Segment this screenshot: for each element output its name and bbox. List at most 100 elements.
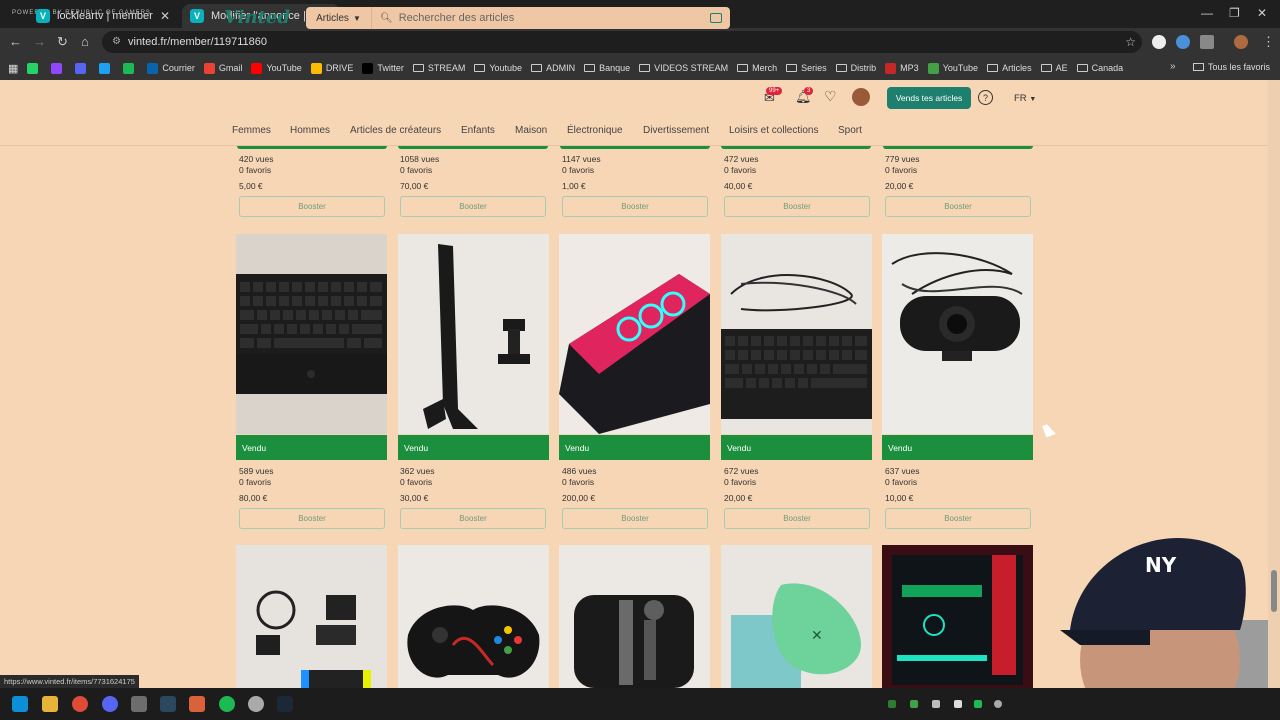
bookmark-item[interactable]: Banque bbox=[584, 63, 630, 73]
nav-hommes[interactable]: Hommes bbox=[290, 125, 330, 136]
spotify-icon[interactable] bbox=[219, 696, 235, 712]
nav-maison[interactable]: Maison bbox=[515, 125, 547, 136]
file-explorer-icon[interactable] bbox=[42, 696, 58, 712]
menu-dots-icon[interactable]: ⋮ bbox=[1262, 34, 1275, 50]
bookmark-item[interactable]: Series bbox=[786, 63, 827, 73]
extensions-puzzle-icon[interactable] bbox=[1200, 35, 1214, 49]
bookmark-item[interactable] bbox=[99, 62, 114, 74]
bookmark-item[interactable]: STREAM bbox=[412, 63, 465, 73]
bookmark-item[interactable] bbox=[75, 62, 90, 74]
item-photo-webcam[interactable] bbox=[882, 234, 1033, 434]
tray-icon[interactable] bbox=[910, 700, 918, 708]
tray-icon[interactable] bbox=[932, 700, 940, 708]
bookmark-item[interactable]: Courrier bbox=[147, 62, 195, 74]
boost-button[interactable]: Booster bbox=[885, 196, 1031, 217]
bookmark-item[interactable]: Canada bbox=[1076, 63, 1123, 73]
boost-button[interactable]: Booster bbox=[239, 508, 385, 529]
nav-enfants[interactable]: Enfants bbox=[461, 125, 495, 136]
boost-button[interactable]: Booster bbox=[724, 196, 870, 217]
back-icon[interactable]: ← bbox=[9, 34, 22, 49]
camera-search-icon[interactable] bbox=[710, 13, 722, 23]
bookmark-item[interactable]: Merch bbox=[737, 63, 777, 73]
bookmark-item[interactable]: Articles bbox=[987, 63, 1032, 73]
nav-sport[interactable]: Sport bbox=[838, 125, 862, 136]
forward-icon[interactable]: → bbox=[33, 34, 46, 49]
item-photo-keyboard-cable[interactable] bbox=[721, 234, 872, 434]
calculator-icon[interactable] bbox=[131, 696, 147, 712]
tab-title: lockleartv | member profile | V... bbox=[57, 10, 154, 22]
bookmark-item[interactable]: YouTube bbox=[251, 62, 302, 74]
item-photo-switch-accessories[interactable] bbox=[236, 545, 387, 688]
tab-member-profile[interactable]: V lockleartv | member profile | V... ✕ bbox=[28, 4, 178, 28]
category-select[interactable]: Articles ▼ bbox=[306, 7, 372, 29]
minimize-icon[interactable]: — bbox=[1201, 6, 1213, 20]
tray-icon[interactable] bbox=[888, 700, 896, 708]
boost-button[interactable]: Booster bbox=[562, 196, 708, 217]
item-photo-plush[interactable]: ✕ bbox=[721, 545, 872, 688]
obs-icon[interactable] bbox=[248, 696, 264, 712]
bookmark-item[interactable] bbox=[27, 62, 42, 74]
extension-icon[interactable] bbox=[1152, 35, 1166, 49]
bookmark-item[interactable]: Youtube bbox=[474, 63, 522, 73]
site-info-icon[interactable]: ⚙ bbox=[112, 36, 121, 47]
discord-icon[interactable] bbox=[102, 696, 118, 712]
help-icon[interactable]: ? bbox=[978, 90, 993, 105]
item-photo-keyboard[interactable] bbox=[236, 234, 387, 434]
tray-icon[interactable] bbox=[974, 700, 982, 708]
item-photo-gimbal[interactable] bbox=[559, 545, 710, 688]
profile-avatar-icon[interactable] bbox=[1234, 35, 1248, 49]
sold-label: Vendu bbox=[882, 435, 1033, 460]
item-photo-mic-arm[interactable] bbox=[398, 234, 549, 434]
nav-loisirs[interactable]: Loisirs et collections bbox=[729, 125, 818, 136]
sell-items-button[interactable]: Vends tes articles bbox=[887, 87, 971, 109]
start-menu-icon[interactable] bbox=[12, 696, 28, 712]
app-icon[interactable] bbox=[189, 696, 205, 712]
bookmark-item[interactable] bbox=[123, 62, 138, 74]
boost-button[interactable]: Booster bbox=[724, 508, 870, 529]
scrollbar-thumb[interactable] bbox=[1271, 570, 1277, 612]
favorites-heart-icon[interactable]: ♡ bbox=[824, 88, 837, 105]
item-stats: 779 vues 0 favoris bbox=[885, 154, 920, 176]
language-select[interactable]: FR ▼ bbox=[1014, 93, 1036, 104]
boost-button[interactable]: Booster bbox=[562, 508, 708, 529]
user-avatar[interactable] bbox=[852, 88, 870, 106]
bookmark-item[interactable]: Gmail bbox=[203, 62, 242, 74]
boost-button[interactable]: Booster bbox=[400, 508, 546, 529]
steam-big-picture-icon[interactable] bbox=[277, 696, 293, 712]
bookmark-star-icon[interactable]: ☆ bbox=[1125, 35, 1136, 49]
bookmark-item[interactable] bbox=[51, 62, 66, 74]
bookmark-item[interactable]: YouTube bbox=[927, 62, 978, 74]
more-bookmarks-icon[interactable]: » bbox=[1170, 61, 1176, 72]
bookmark-item[interactable]: DRIVE bbox=[310, 62, 353, 74]
boost-button[interactable]: Booster bbox=[239, 196, 385, 217]
bookmark-item[interactable]: MP3 bbox=[885, 62, 919, 74]
nav-electronique[interactable]: Électronique bbox=[567, 125, 623, 136]
tray-icon[interactable] bbox=[994, 700, 1002, 708]
close-tab-icon[interactable]: ✕ bbox=[160, 9, 170, 23]
apps-grid-icon[interactable]: ▦ bbox=[8, 62, 18, 75]
tray-icon[interactable] bbox=[954, 700, 962, 708]
close-window-icon[interactable]: ✕ bbox=[1257, 6, 1267, 20]
bookmark-label: VIDEOS STREAM bbox=[654, 63, 729, 73]
search-input[interactable]: Rechercher des articles bbox=[399, 12, 710, 24]
steam-icon[interactable] bbox=[160, 696, 176, 712]
bookmark-item[interactable]: AE bbox=[1040, 63, 1068, 73]
url-field[interactable]: ⚙ vinted.fr/member/119711860 ☆ bbox=[102, 31, 1142, 53]
home-icon[interactable]: ⌂ bbox=[81, 34, 89, 49]
nav-createurs[interactable]: Articles de créateurs bbox=[350, 125, 441, 136]
bookmark-item[interactable]: VIDEOS STREAM bbox=[639, 63, 728, 73]
maximize-icon[interactable]: ❐ bbox=[1229, 6, 1240, 20]
nav-femmes[interactable]: Femmes bbox=[232, 125, 271, 136]
item-photo-rog-cooler[interactable] bbox=[559, 234, 710, 434]
chrome-icon[interactable] bbox=[72, 696, 88, 712]
bookmark-item[interactable]: ADMIN bbox=[531, 63, 575, 73]
bookmark-item[interactable]: Distrib bbox=[835, 63, 876, 73]
boost-button[interactable]: Booster bbox=[400, 196, 546, 217]
nav-divertissement[interactable]: Divertissement bbox=[643, 125, 709, 136]
reload-icon[interactable]: ↻ bbox=[57, 34, 68, 50]
bookmark-item[interactable]: Twitter bbox=[362, 62, 404, 74]
item-photo-gamepad[interactable] bbox=[398, 545, 549, 688]
all-bookmarks[interactable]: Tous les favoris bbox=[1192, 62, 1270, 72]
extension-icon[interactable] bbox=[1176, 35, 1190, 49]
vinted-logo[interactable]: Vinted bbox=[224, 7, 290, 28]
